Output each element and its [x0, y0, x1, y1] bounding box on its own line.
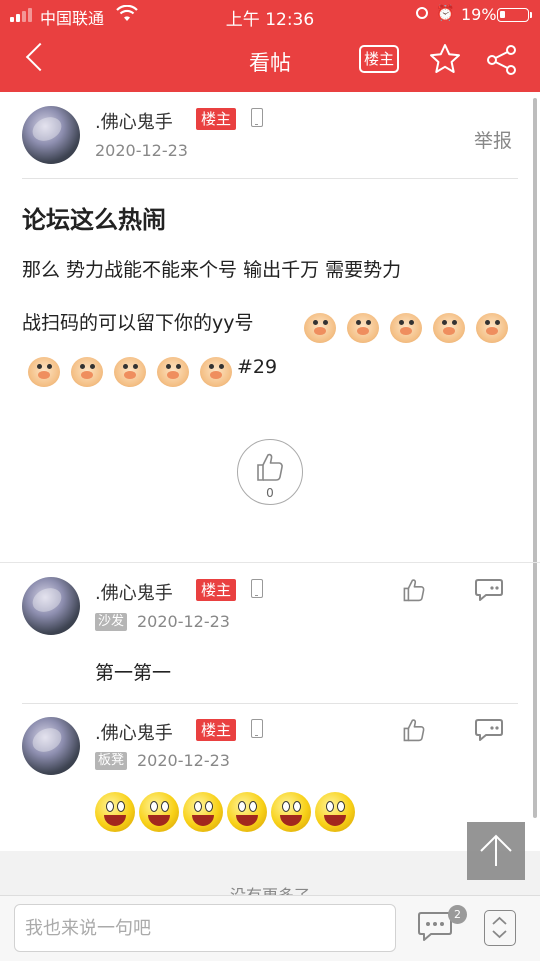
post-body-line-2: 战扫码的可以留下你的yy号	[22, 302, 522, 346]
reply-comment-icon[interactable]	[474, 718, 504, 742]
reply-avatar[interactable]	[22, 717, 80, 775]
share-icon[interactable]	[486, 44, 518, 76]
battery-tip	[530, 12, 532, 18]
reply-emoji-row	[95, 792, 359, 836]
pig-emoji	[345, 309, 381, 345]
pig-emoji	[155, 353, 191, 389]
reply-input-container[interactable]	[14, 904, 396, 952]
thumbs-up-icon[interactable]	[402, 578, 426, 602]
battery-icon	[497, 8, 529, 22]
floor-tag: 沙发	[95, 613, 128, 631]
report-button[interactable]: 举报	[474, 126, 512, 153]
pig-emoji-row-1	[302, 298, 517, 354]
reply-input[interactable]	[23, 905, 387, 951]
smiley-emoji	[139, 792, 179, 832]
battery-percent: 19%	[461, 5, 497, 24]
alarm-icon: ⏰	[436, 4, 455, 22]
smiley-emoji	[271, 792, 311, 832]
floor-tag: 板凳	[95, 752, 128, 770]
reply-avatar[interactable]	[22, 577, 80, 635]
divider	[22, 703, 518, 704]
status-time: 上午 12:36	[225, 10, 315, 30]
pig-emoji	[431, 309, 467, 345]
louzhu-badge: 楼主	[196, 719, 237, 741]
louzhu-only-button[interactable]: 楼主	[359, 45, 399, 73]
mobile-device-icon	[251, 108, 263, 127]
pig-emoji	[69, 353, 105, 389]
pig-emoji	[302, 309, 338, 345]
rotation-lock-icon	[416, 7, 428, 19]
pig-emoji	[26, 353, 62, 389]
mobile-device-icon	[251, 579, 263, 598]
reply-author-name[interactable]: .佛心鬼手	[95, 719, 173, 745]
reply-date: 2020-12-23	[137, 612, 230, 631]
thumbs-up-icon	[257, 453, 283, 481]
author-avatar[interactable]	[22, 106, 80, 164]
arrow-up-icon	[480, 834, 512, 866]
post-title: 论坛这么热闹	[22, 206, 166, 234]
post-floor-number: #29	[237, 356, 278, 378]
like-count: 0	[266, 486, 274, 500]
smiley-emoji	[227, 792, 267, 832]
battery-level-fill	[500, 11, 505, 18]
pig-emoji-row-2	[26, 342, 241, 398]
louzhu-badge: 楼主	[196, 579, 237, 601]
post-body-text: 战扫码的可以留下你的yy号	[22, 312, 254, 334]
post-body: 那么 势力战能不能来个号 输出千万 需要势力 战扫码的可以留下你的yy号 #29	[22, 248, 522, 392]
smiley-emoji	[183, 792, 223, 832]
status-bar: 中国联通 上午 12:36 ⏰ 19%	[0, 0, 540, 30]
section-divider	[0, 562, 540, 563]
reply-comment-icon[interactable]	[474, 578, 504, 602]
reply-input-bar: 2	[0, 895, 540, 961]
nav-bar: 看帖 楼主	[0, 30, 540, 92]
star-icon[interactable]	[428, 42, 462, 76]
reply-text: 第一第一	[95, 662, 172, 684]
author-name[interactable]: .佛心鬼手	[95, 108, 173, 134]
pig-emoji	[474, 309, 510, 345]
mobile-device-icon	[251, 719, 263, 738]
scroll-to-top-button[interactable]	[467, 822, 525, 880]
louzhu-badge: 楼主	[196, 108, 237, 130]
thumbs-up-icon[interactable]	[402, 718, 426, 742]
divider	[22, 178, 518, 179]
page-jump-button[interactable]	[484, 910, 516, 946]
pig-emoji	[112, 353, 148, 389]
like-button[interactable]: 0	[237, 439, 303, 505]
scrollbar[interactable]	[533, 98, 537, 818]
pig-emoji	[388, 309, 424, 345]
reply-author-name[interactable]: .佛心鬼手	[95, 579, 173, 605]
post-body-line-3: #29	[22, 348, 522, 392]
post-date: 2020-12-23	[95, 141, 188, 160]
chevron-up-down-icon	[492, 916, 507, 939]
smiley-emoji	[315, 792, 355, 832]
reply-date: 2020-12-23	[137, 751, 230, 770]
pig-emoji	[198, 353, 234, 389]
comment-count-badge: 2	[448, 905, 467, 924]
post-body-line: 那么 势力战能不能来个号 输出千万 需要势力	[22, 259, 402, 281]
smiley-emoji	[95, 792, 135, 832]
